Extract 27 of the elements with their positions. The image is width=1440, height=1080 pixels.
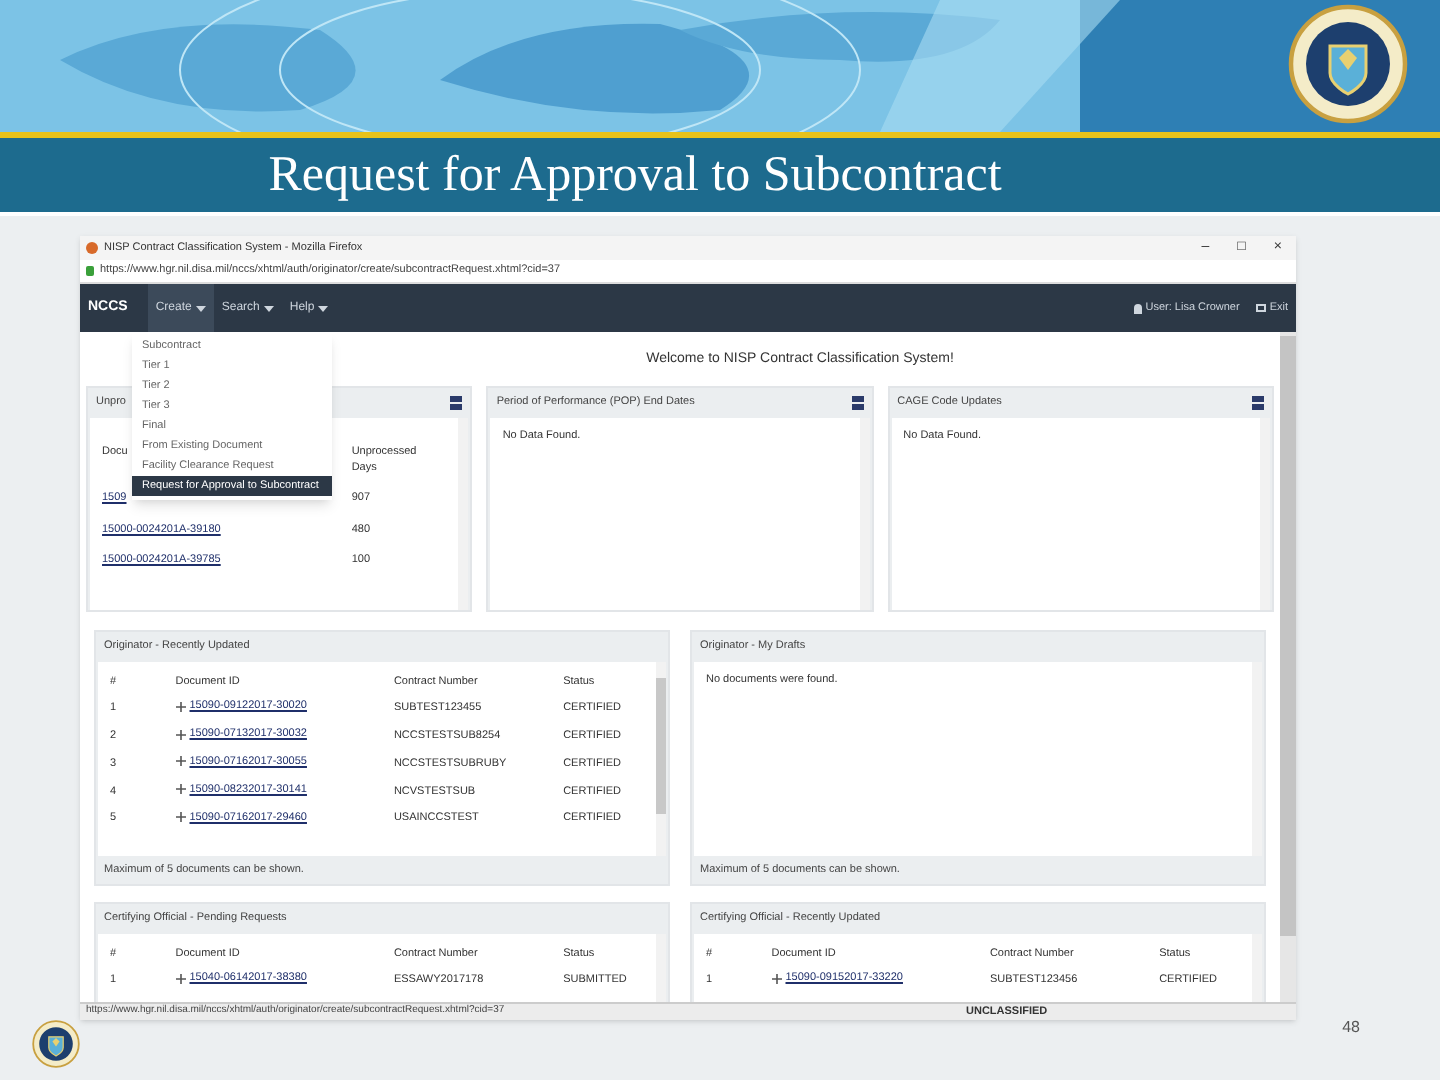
plus-icon[interactable] [771,973,782,984]
plus-icon[interactable] [175,701,186,712]
scrollbar[interactable] [1252,661,1262,856]
caret-icon [195,305,206,311]
caret-icon [263,305,274,311]
plus-icon[interactable] [175,784,186,795]
caret-icon [318,305,329,311]
page-number: 48 [1342,1016,1360,1040]
lock-icon [86,266,94,276]
list-icon[interactable] [1251,395,1264,410]
scrollbar[interactable] [859,417,870,610]
exit-icon [1255,304,1266,312]
plus-icon[interactable] [175,756,186,767]
scrollbar[interactable] [656,661,666,856]
plus-icon[interactable] [175,973,186,984]
page-scrollbar[interactable] [1280,332,1296,1002]
user-icon [1133,303,1142,313]
plus-icon[interactable] [175,812,186,823]
scrollbar[interactable] [458,417,469,610]
seal-icon [1288,4,1408,124]
slide-title: Request for Approval to Subcontract [268,145,1002,206]
list-icon[interactable] [450,395,463,410]
firefox-icon [86,242,98,254]
scrollbar[interactable] [1259,417,1270,610]
seal-icon [32,1020,80,1068]
plus-icon[interactable] [175,729,186,740]
list-icon[interactable] [851,395,864,410]
